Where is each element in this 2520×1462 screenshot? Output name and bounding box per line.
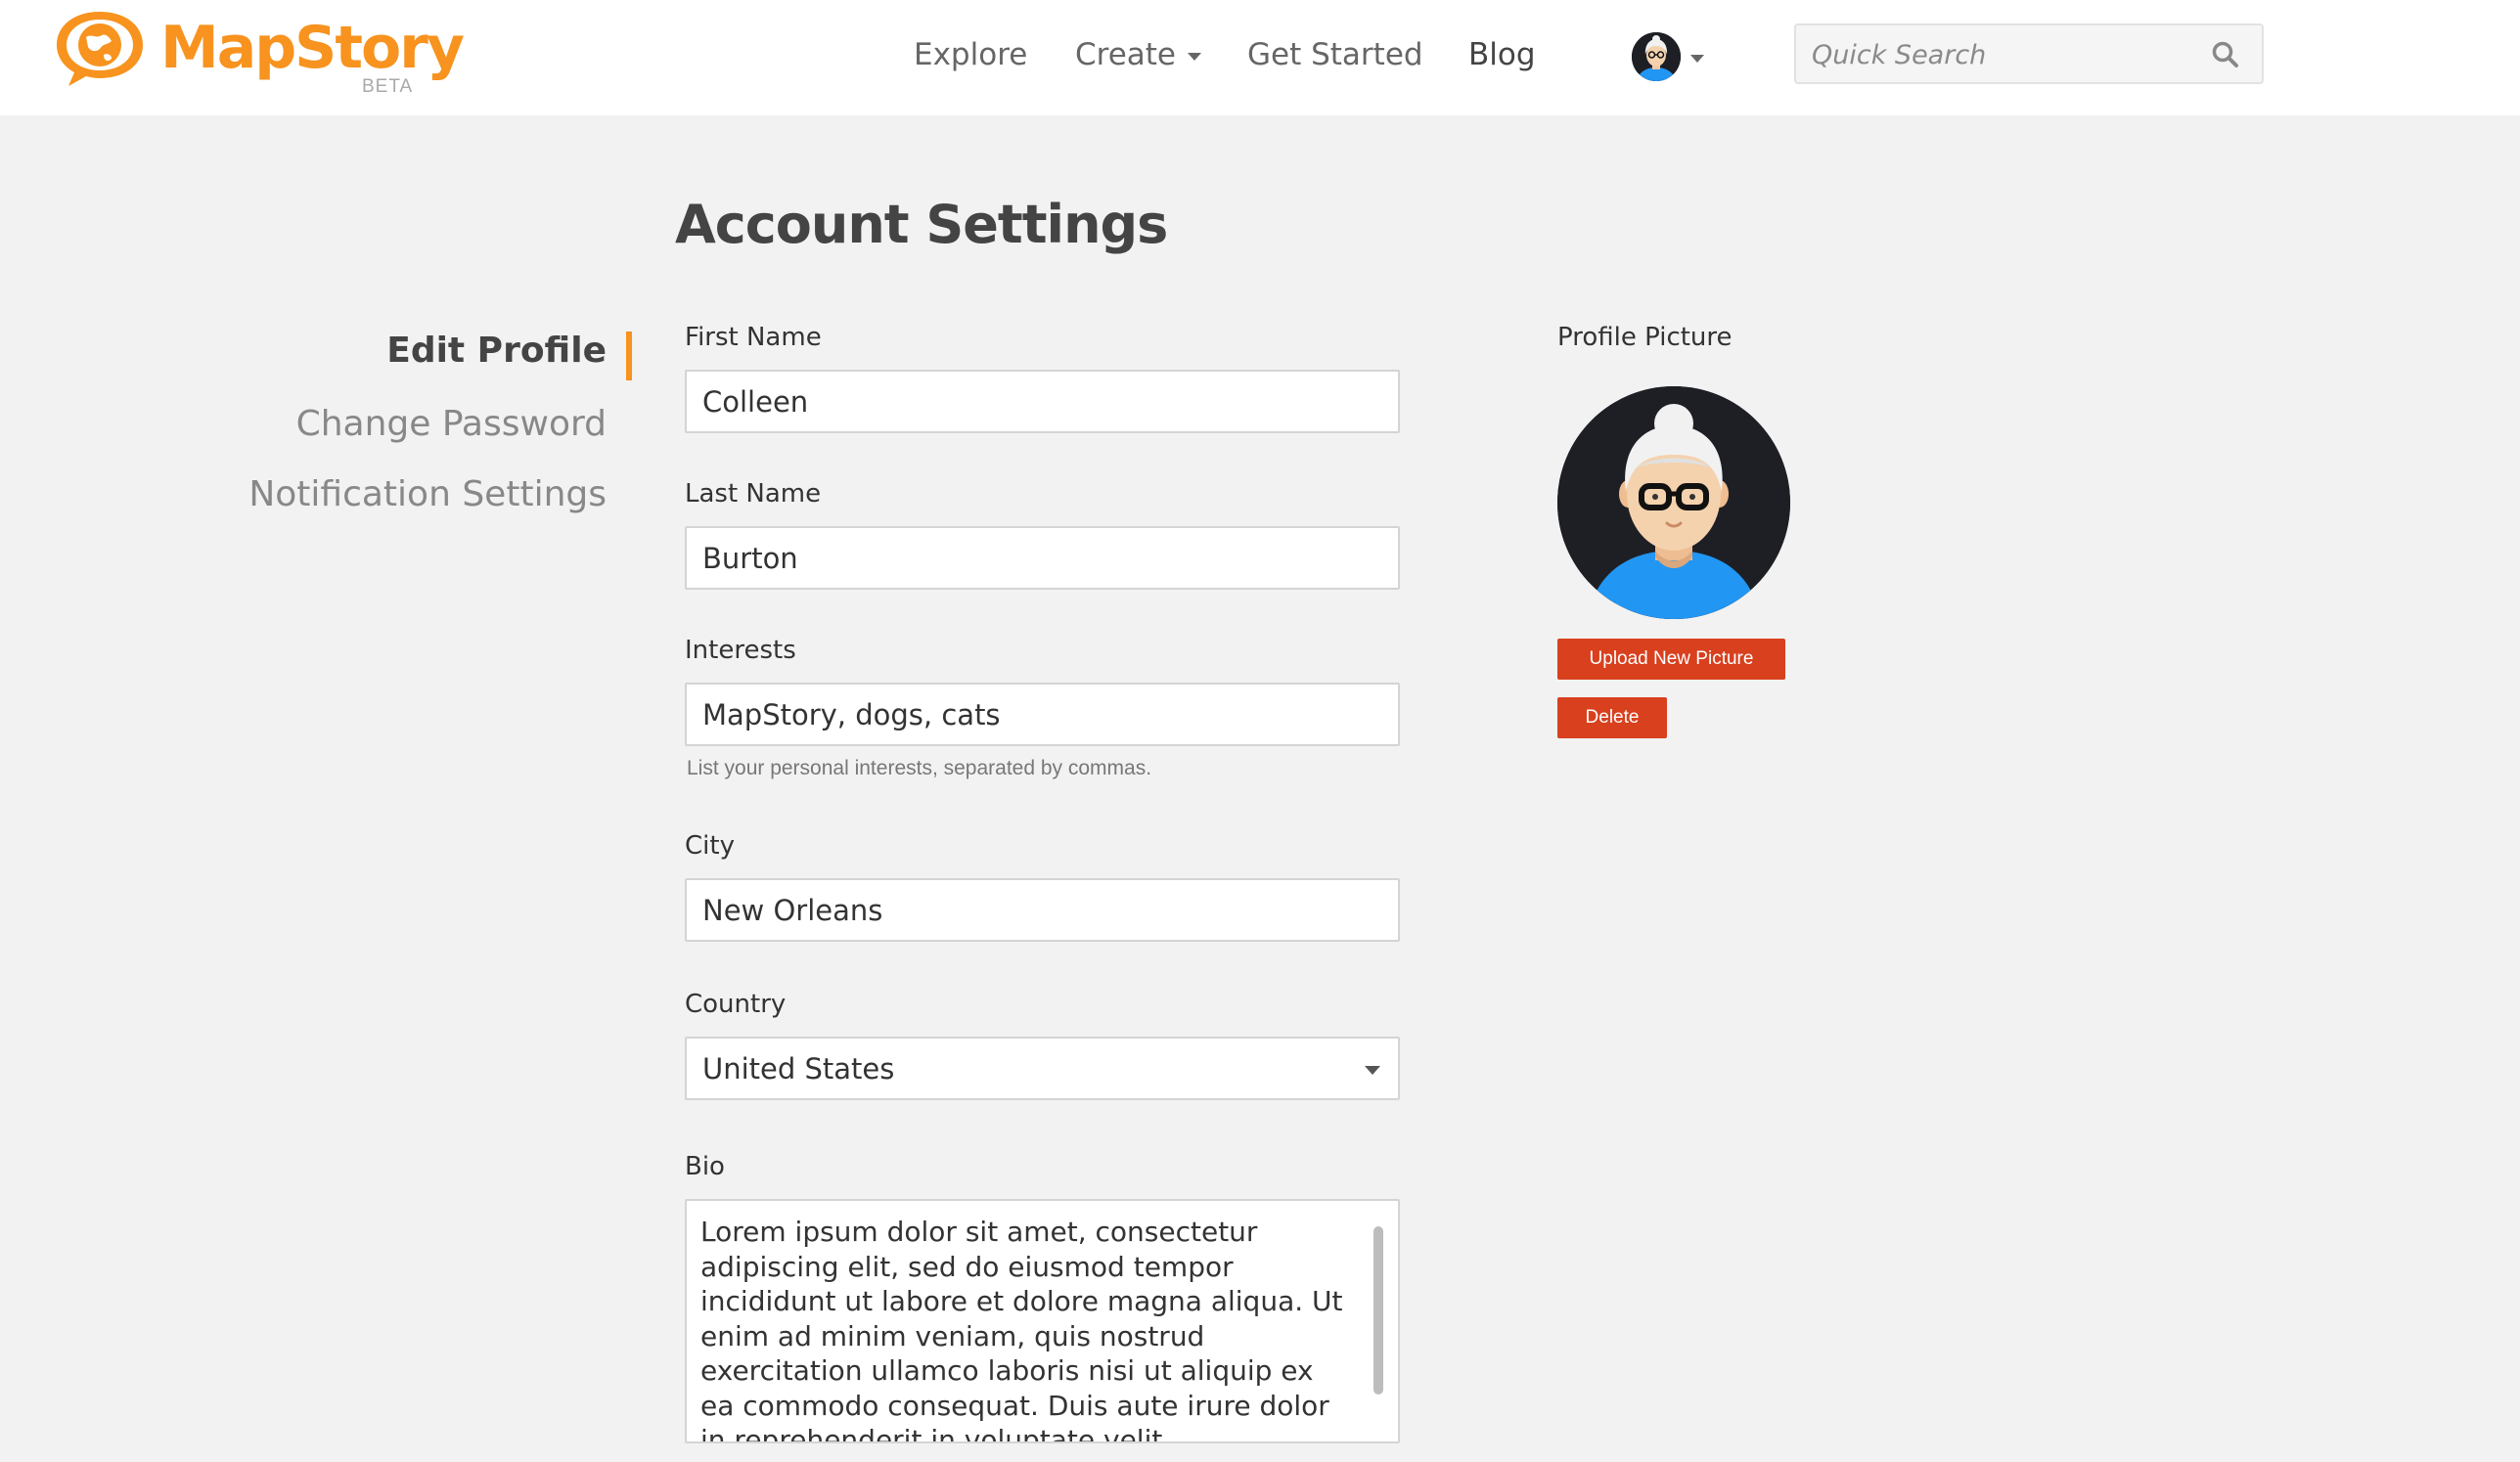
interests-field[interactable] xyxy=(685,683,1400,746)
last-name-label: Last Name xyxy=(685,479,822,509)
nav-explore[interactable]: Explore xyxy=(914,37,1027,72)
quick-search-box[interactable] xyxy=(1794,23,2264,84)
globe-chat-logo-icon xyxy=(57,12,143,86)
bio-scrollbar[interactable] xyxy=(1373,1226,1383,1395)
nav-create-dropdown[interactable]: Create xyxy=(1075,37,1202,72)
beta-badge: BETA xyxy=(362,76,414,97)
interests-help-text: List your personal interests, separated … xyxy=(687,757,1152,779)
main-content: Account Settings Edit Profile Change Pas… xyxy=(0,115,2520,1462)
search-input[interactable] xyxy=(1812,39,2183,70)
nav-get-started[interactable]: Get Started xyxy=(1247,37,1423,72)
country-select[interactable]: United States xyxy=(685,1037,1400,1100)
sidebar-item-change-password[interactable]: Change Password xyxy=(296,404,607,444)
logo-wordmark: MapStory xyxy=(160,14,465,82)
country-label: Country xyxy=(685,990,787,1019)
page-title: Account Settings xyxy=(675,194,1168,255)
mapstory-logo[interactable]: MapStory BETA xyxy=(47,6,465,97)
caret-down-icon xyxy=(1188,52,1202,61)
sidebar-item-edit-profile[interactable]: Edit Profile xyxy=(386,331,607,371)
profile-picture-section: Profile Picture Upload New Picture Delet… xyxy=(1557,115,1949,800)
top-navbar: MapStory BETA Explore Create Get Started… xyxy=(0,0,2520,115)
nav-blog[interactable]: Blog xyxy=(1468,37,1536,72)
settings-sidebar: Edit Profile Change Password Notificatio… xyxy=(0,115,636,702)
sidebar-item-notification-settings[interactable]: Notification Settings xyxy=(248,474,607,514)
bio-label: Bio xyxy=(685,1152,725,1181)
city-field[interactable] xyxy=(685,878,1400,942)
user-avatar-icon xyxy=(1632,32,1681,81)
upload-new-picture-button[interactable]: Upload New Picture xyxy=(1557,639,1785,680)
bio-text: Lorem ipsum dolor sit amet, consectetur … xyxy=(700,1216,1343,1443)
bio-textarea[interactable]: Lorem ipsum dolor sit amet, consectetur … xyxy=(685,1199,1400,1443)
search-icon[interactable] xyxy=(2211,40,2240,69)
country-selected-value: United States xyxy=(702,1052,895,1085)
profile-picture-label: Profile Picture xyxy=(1557,323,1732,352)
interests-label: Interests xyxy=(685,636,796,665)
city-label: City xyxy=(685,831,735,861)
first-name-field[interactable] xyxy=(685,370,1400,433)
active-indicator xyxy=(626,332,632,380)
caret-down-icon xyxy=(1365,1066,1380,1075)
caret-down-icon xyxy=(1690,55,1704,63)
nav-create-label: Create xyxy=(1075,37,1177,72)
profile-avatar-image xyxy=(1557,386,1790,619)
user-menu-dropdown[interactable] xyxy=(1632,29,1710,82)
last-name-field[interactable] xyxy=(685,526,1400,590)
first-name-label: First Name xyxy=(685,323,822,352)
delete-picture-button[interactable]: Delete xyxy=(1557,697,1667,738)
